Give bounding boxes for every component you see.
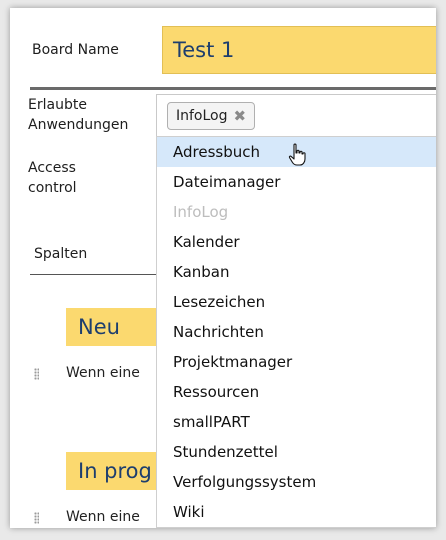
dropdown-option[interactable]: Kalender [157,227,436,257]
access-control-label-line2: control [28,180,77,196]
dropdown-option[interactable]: smallPART [157,407,436,437]
column-title-in-progress[interactable]: In prog [66,452,166,490]
allowed-apps-label: Erlaubte Anwendungen [28,95,128,135]
columns-divider [30,274,170,275]
board-name-label: Board Name [32,42,119,58]
dropdown-option[interactable]: Ressourcen [157,377,436,407]
dropdown-option[interactable]: Lesezeichen [157,287,436,317]
chip-remove-icon[interactable]: ✖ [234,103,247,129]
chip-label: InfoLog [176,108,228,124]
board-name-input[interactable]: Test 1 [162,26,436,74]
column-rule-text: Wenn eine [66,365,140,381]
edit-board-dialog: Board Name Test 1 Erlaubte Anwendungen I… [10,8,436,528]
dropdown-option[interactable]: Verfolgungssystem [157,467,436,497]
column-rule-text: Wenn eine [66,509,140,525]
hand-pointer-cursor-icon [288,143,306,166]
dropdown-option[interactable]: Stundenzettel [157,437,436,467]
selected-app-chip[interactable]: InfoLog ✖ [167,102,256,130]
allowed-apps-label-line1: Erlaubte [28,97,87,113]
apps-dropdown-list[interactable]: Adressbuch Dateimanager InfoLog Kalender… [156,136,436,528]
section-divider [30,87,436,90]
dropdown-option: InfoLog [173,203,229,221]
dropdown-option[interactable]: Nachrichten [157,317,436,347]
dropdown-option[interactable]: Kanban [157,257,436,287]
allowed-apps-label-line2: Anwendungen [28,117,129,133]
column-title-neu[interactable]: Neu [66,308,166,346]
access-control-label: Access control [28,158,77,198]
drag-handle-icon[interactable] [34,512,39,524]
dropdown-option[interactable]: Projektmanager [157,347,436,377]
columns-label: Spalten [34,246,88,262]
allowed-apps-select[interactable]: InfoLog ✖ [156,94,436,138]
dropdown-option[interactable]: Dateimanager [157,167,436,197]
dropdown-option[interactable]: Wiki [157,497,436,527]
drag-handle-icon[interactable] [34,368,39,380]
access-control-label-line1: Access [28,160,76,176]
